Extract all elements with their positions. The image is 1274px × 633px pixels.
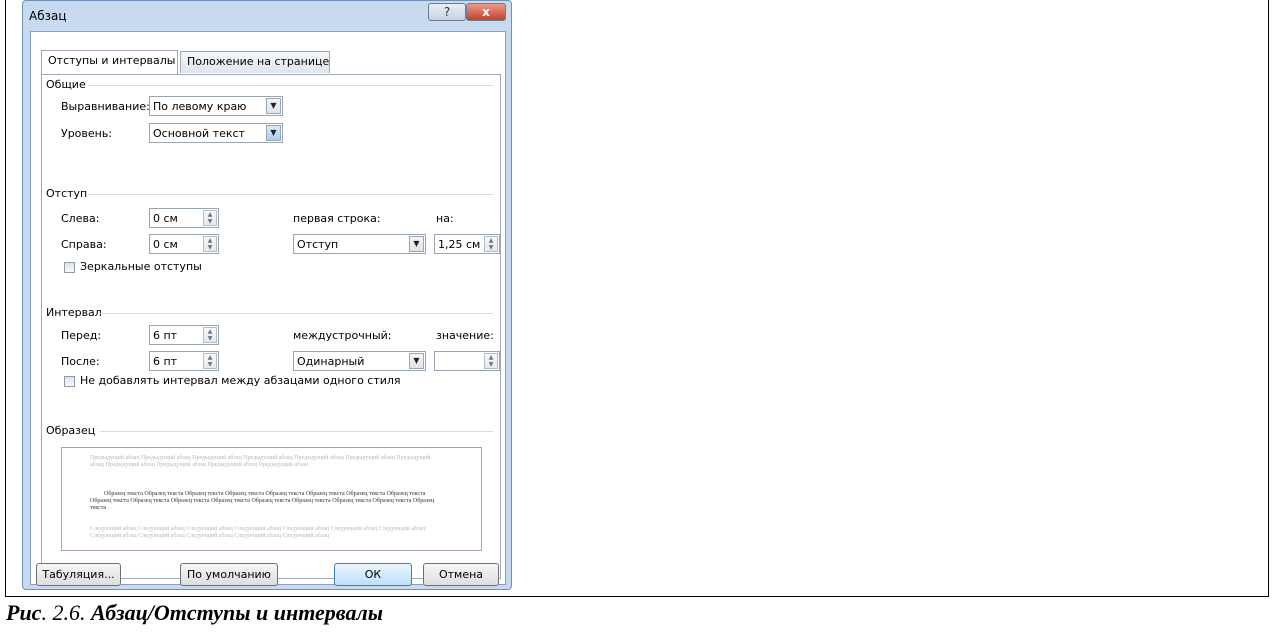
spinner-arrows-icon[interactable]: ▲ ▼ bbox=[484, 236, 498, 252]
figure-caption: Рис. 2.6. Абзац/Отступы и интервалы bbox=[6, 600, 383, 626]
close-button[interactable]: x bbox=[466, 3, 506, 21]
spacing-at-label: значение: bbox=[436, 329, 494, 342]
spinner-arrows-icon[interactable]: ▲ ▼ bbox=[203, 353, 217, 369]
caption-text: Абзац/Отступы и интервалы bbox=[90, 600, 384, 625]
level-select[interactable]: Основной текст ▼ bbox=[149, 123, 283, 143]
level-label: Уровень: bbox=[61, 127, 113, 140]
line-spacing-value: Одинарный bbox=[297, 355, 365, 368]
section-spacing: Интервал bbox=[46, 306, 102, 319]
set-default-button[interactable]: По умолчанию bbox=[180, 563, 278, 586]
indent-right-label: Справа: bbox=[61, 238, 107, 251]
spacing-before-spinner[interactable]: 6 пт ▲ ▼ bbox=[149, 325, 219, 345]
indent-left-spinner[interactable]: 0 см ▲ ▼ bbox=[149, 208, 219, 228]
chevron-down-icon[interactable]: ▼ bbox=[266, 125, 281, 141]
section-general: Общие bbox=[46, 78, 86, 91]
spinner-arrows-icon[interactable]: ▲ ▼ bbox=[203, 210, 217, 226]
paragraph-dialog: Абзац ? x Отступы и интервалы Положение … bbox=[22, 0, 512, 590]
dialog-client: Отступы и интервалы Положение на страниц… bbox=[30, 31, 506, 586]
alignment-value: По левому краю bbox=[153, 100, 247, 113]
preview-next-paragraph: Следующий абзац Следующий абзац Следующи… bbox=[90, 526, 426, 539]
separator bbox=[88, 194, 493, 195]
tab-panel: Общие Выравнивание: По левому краю ▼ Уро… bbox=[41, 74, 501, 579]
spinner-arrows-icon[interactable]: ▲ ▼ bbox=[203, 327, 217, 343]
alignment-label: Выравнивание: bbox=[61, 100, 150, 113]
mirror-indents-checkbox[interactable] bbox=[64, 262, 75, 273]
preview-box: Предыдущий абзац Предыдущий абзац Предыд… bbox=[61, 447, 482, 551]
spacing-before-value: 6 пт bbox=[153, 329, 178, 342]
indent-by-spinner[interactable]: 1,25 см ▲ ▼ bbox=[434, 234, 500, 254]
spacing-after-spinner[interactable]: 6 пт ▲ ▼ bbox=[149, 351, 219, 371]
separator bbox=[88, 85, 493, 86]
preview-sample-paragraph: Образец текста Образец текста Образец те… bbox=[90, 491, 435, 511]
spacing-after-value: 6 пт bbox=[153, 355, 178, 368]
indent-right-value: 0 см bbox=[153, 238, 178, 251]
indent-by-label: на: bbox=[436, 212, 454, 225]
section-indentation: Отступ bbox=[46, 187, 88, 200]
spinner-arrows-icon[interactable]: ▲ ▼ bbox=[484, 353, 498, 369]
chevron-down-icon[interactable]: ▼ bbox=[409, 353, 424, 369]
no-space-same-style-label: Не добавлять интервал между абзацами одн… bbox=[80, 374, 401, 387]
tabs-button[interactable]: Табуляция... bbox=[36, 563, 121, 586]
caption-prefix: Рис bbox=[6, 600, 42, 625]
indent-left-value: 0 см bbox=[153, 212, 178, 225]
first-line-select[interactable]: Отступ ▼ bbox=[293, 234, 426, 254]
level-value: Основной текст bbox=[153, 127, 245, 140]
line-spacing-label: междустрочный: bbox=[293, 329, 392, 342]
preview-previous-paragraph: Предыдущий абзац Предыдущий абзац Предыд… bbox=[90, 455, 431, 468]
spacing-at-spinner[interactable]: ▲ ▼ bbox=[434, 351, 500, 371]
title-bar: Абзац ? x bbox=[23, 1, 511, 31]
indent-right-spinner[interactable]: 0 см ▲ ▼ bbox=[149, 234, 219, 254]
separator bbox=[100, 431, 493, 432]
help-button[interactable]: ? bbox=[428, 3, 466, 21]
ok-button[interactable]: ОК bbox=[334, 563, 412, 586]
tab-line-page-breaks[interactable]: Положение на странице bbox=[180, 51, 330, 73]
spacing-after-label: После: bbox=[61, 355, 100, 368]
spacing-before-label: Перед: bbox=[61, 329, 102, 342]
tab-indents-spacing[interactable]: Отступы и интервалы bbox=[41, 50, 178, 74]
cancel-button[interactable]: Отмена bbox=[423, 563, 499, 586]
caption-number: . 2.6. bbox=[41, 600, 91, 625]
indent-by-value: 1,25 см bbox=[438, 238, 481, 251]
dialog-title: Абзац bbox=[29, 9, 67, 23]
chevron-down-icon[interactable]: ▼ bbox=[409, 236, 424, 252]
chevron-down-icon[interactable]: ▼ bbox=[266, 98, 281, 114]
no-space-same-style-checkbox[interactable] bbox=[64, 376, 75, 387]
alignment-select[interactable]: По левому краю ▼ bbox=[149, 96, 283, 116]
first-line-label: первая строка: bbox=[293, 212, 381, 225]
mirror-indents-label: Зеркальные отступы bbox=[80, 260, 202, 273]
indent-left-label: Слева: bbox=[61, 212, 100, 225]
spinner-arrows-icon[interactable]: ▲ ▼ bbox=[203, 236, 217, 252]
first-line-value: Отступ bbox=[297, 238, 339, 251]
line-spacing-select[interactable]: Одинарный ▼ bbox=[293, 351, 426, 371]
separator bbox=[100, 313, 493, 314]
section-preview: Образец bbox=[46, 424, 96, 437]
